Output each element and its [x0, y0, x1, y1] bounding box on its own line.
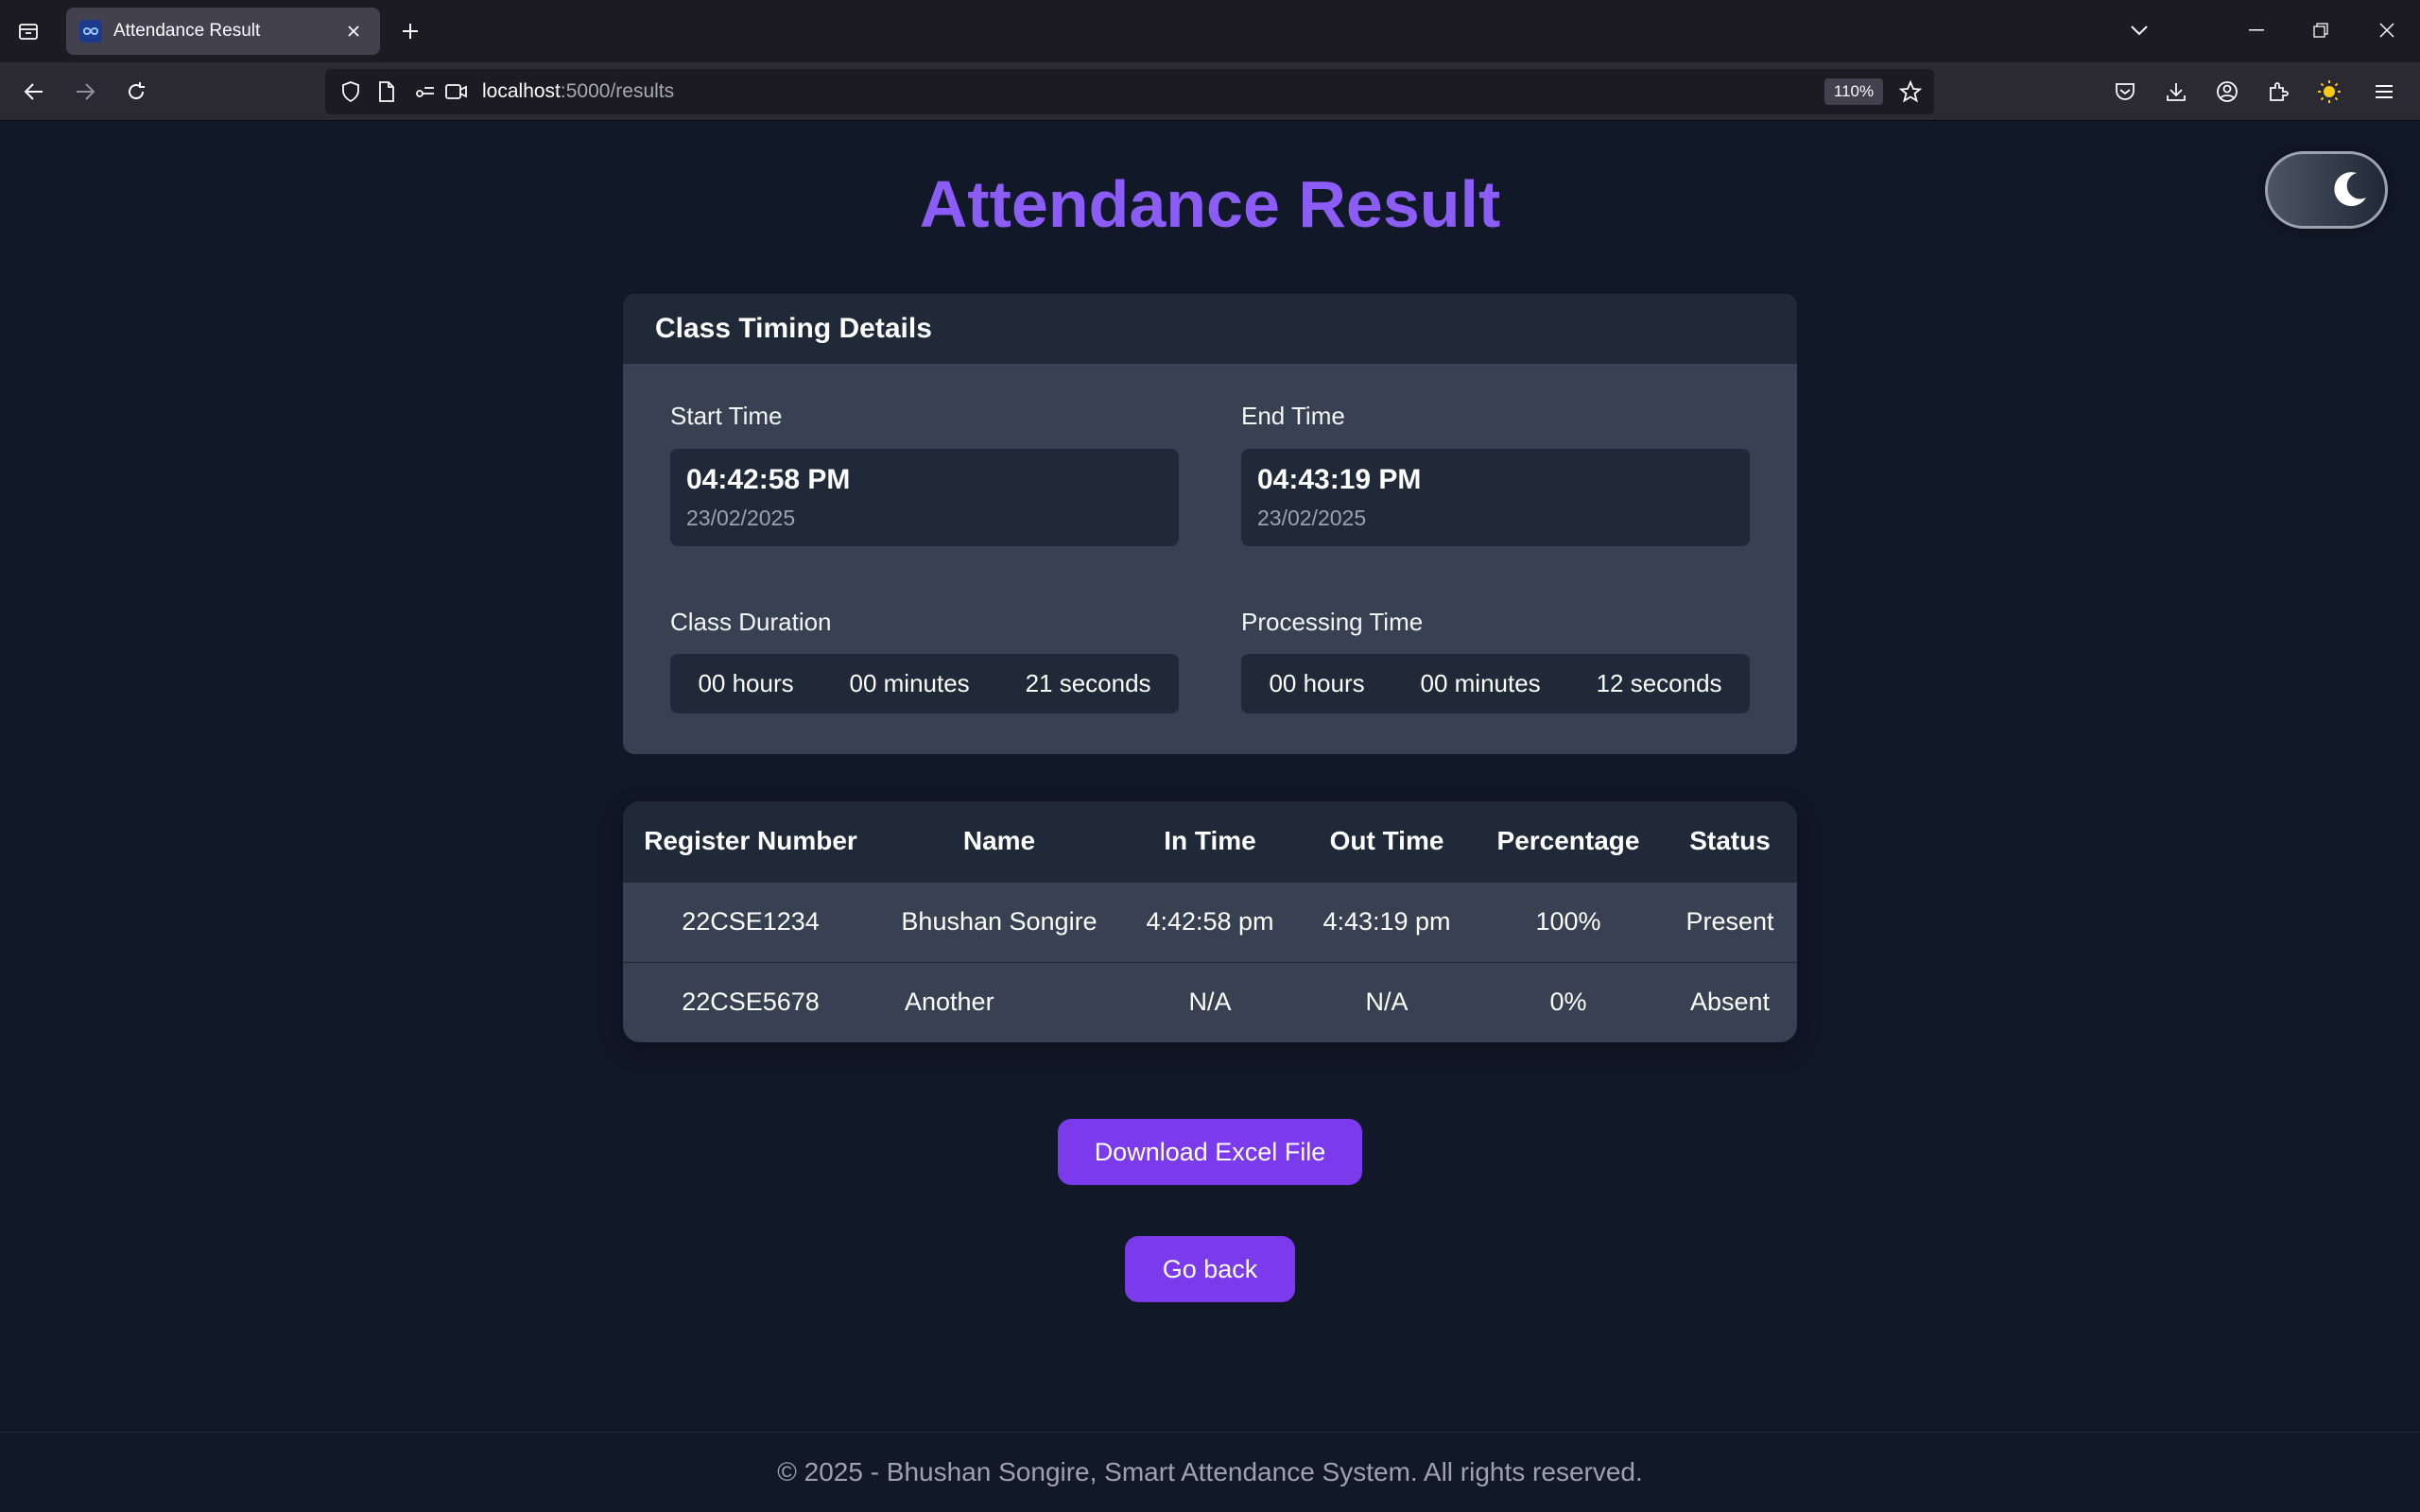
percentage-cell: 0%: [1474, 961, 1663, 1042]
processing-seconds: 12 seconds: [1596, 669, 1722, 697]
restore-window-icon[interactable]: [2299, 9, 2342, 51]
go-back-button[interactable]: Go back: [1125, 1236, 1295, 1302]
duration-seconds: 21 seconds: [1025, 669, 1151, 697]
column-header: Percentage: [1474, 801, 1663, 882]
column-header: Register Number: [623, 801, 878, 882]
page-info-icon[interactable]: [374, 80, 399, 103]
out-time-cell: N/A: [1300, 961, 1474, 1042]
downloads-icon[interactable]: [2157, 73, 2195, 111]
camera-permission-icon[interactable]: [444, 80, 469, 103]
new-tab-plus-icon[interactable]: [393, 14, 427, 48]
out-time-cell: 4:43:19 pm: [1300, 881, 1474, 962]
browser-nav-bar: localhost:5000/results 110%: [0, 62, 2420, 121]
permissions-key-icon[interactable]: [414, 80, 439, 103]
register-number-cell: 22CSE1234: [623, 881, 878, 962]
name-cell: Another: [878, 961, 1120, 1042]
list-all-tabs-chevron-icon[interactable]: [2118, 9, 2161, 51]
attendance-table-card: Register Number Name In Time Out Time Pe…: [623, 801, 1797, 1042]
start-time-value: 04:42:58 PM: [686, 464, 851, 495]
infinity-favicon-icon: [79, 20, 102, 43]
column-header: Name: [878, 801, 1120, 882]
page-title: Attendance Result: [919, 167, 1501, 241]
class-duration-label: Class Duration: [670, 608, 832, 636]
browser-tab-active[interactable]: Attendance Result: [66, 8, 380, 55]
attendance-table: Register Number Name In Time Out Time Pe…: [623, 801, 1797, 1042]
timing-card-header: Class Timing Details: [623, 294, 1797, 364]
register-number-cell: 22CSE5678: [623, 961, 878, 1042]
table-row: 22CSE1234 Bhushan Songire 4:42:58 pm 4:4…: [623, 881, 1797, 962]
footer-copyright: © 2025 - Bhushan Songire, Smart Attendan…: [777, 1457, 1643, 1486]
url-text: localhost:5000/results: [482, 80, 674, 103]
processing-hours: 00 hours: [1269, 669, 1365, 697]
browser-tab-bar: Attendance Result: [0, 0, 2420, 62]
menu-hamburger-icon[interactable]: [2365, 73, 2403, 111]
sun-extension-icon[interactable]: [2310, 73, 2348, 111]
account-icon[interactable]: [2208, 73, 2246, 111]
column-header: Status: [1663, 801, 1797, 882]
firefox-view-icon[interactable]: [11, 14, 45, 48]
url-path: :5000/results: [560, 80, 675, 102]
start-time-box: 04:42:58 PM 23/02/2025: [670, 449, 1179, 546]
column-header: Out Time: [1300, 801, 1474, 882]
end-time-box: 04:43:19 PM 23/02/2025: [1241, 449, 1750, 546]
bookmark-star-icon[interactable]: [1896, 78, 1925, 105]
start-date-value: 23/02/2025: [686, 506, 796, 530]
in-time-cell: 4:42:58 pm: [1120, 881, 1300, 962]
column-header: In Time: [1120, 801, 1300, 882]
table-row: 22CSE5678 Another N/A N/A 0% Absent: [623, 961, 1797, 1042]
reload-icon[interactable]: [117, 73, 155, 111]
status-cell: Present: [1663, 881, 1797, 962]
shield-icon[interactable]: [338, 80, 363, 103]
pocket-icon[interactable]: [2106, 73, 2144, 111]
name-cell: Bhushan Songire: [878, 881, 1120, 962]
close-tab-icon[interactable]: [340, 18, 367, 44]
url-bar[interactable]: localhost:5000/results 110%: [325, 69, 1934, 114]
end-date-value: 23/02/2025: [1257, 506, 1367, 530]
class-timing-card: Class Timing Details Start Time 04:42:58…: [623, 294, 1797, 754]
status-cell: Absent: [1663, 961, 1797, 1042]
close-window-icon[interactable]: [2365, 9, 2409, 51]
tab-title: Attendance Result: [113, 21, 261, 41]
processing-minutes: 00 minutes: [1420, 669, 1541, 697]
extensions-icon[interactable]: [2259, 73, 2297, 111]
duration-minutes: 00 minutes: [849, 669, 970, 697]
start-time-label: Start Time: [670, 402, 783, 430]
page-footer: © 2025 - Bhushan Songire, Smart Attendan…: [0, 1432, 2420, 1512]
class-duration-box: 00 hours 00 minutes 21 seconds: [670, 654, 1179, 713]
end-time-value: 04:43:19 PM: [1257, 464, 1422, 495]
download-excel-button[interactable]: Download Excel File: [1058, 1119, 1362, 1185]
forward-arrow-icon[interactable]: [66, 73, 104, 111]
duration-hours: 00 hours: [698, 669, 794, 697]
end-time-label: End Time: [1241, 402, 1345, 430]
processing-time-box: 00 hours 00 minutes 12 seconds: [1241, 654, 1750, 713]
minimize-window-icon[interactable]: [2235, 9, 2278, 51]
table-header-row: Register Number Name In Time Out Time Pe…: [623, 801, 1797, 882]
in-time-cell: N/A: [1120, 961, 1300, 1042]
zoom-level-badge[interactable]: 110%: [1824, 78, 1883, 105]
back-arrow-icon[interactable]: [15, 73, 53, 111]
percentage-cell: 100%: [1474, 881, 1663, 962]
processing-time-label: Processing Time: [1241, 608, 1424, 636]
url-host: localhost: [482, 80, 561, 102]
